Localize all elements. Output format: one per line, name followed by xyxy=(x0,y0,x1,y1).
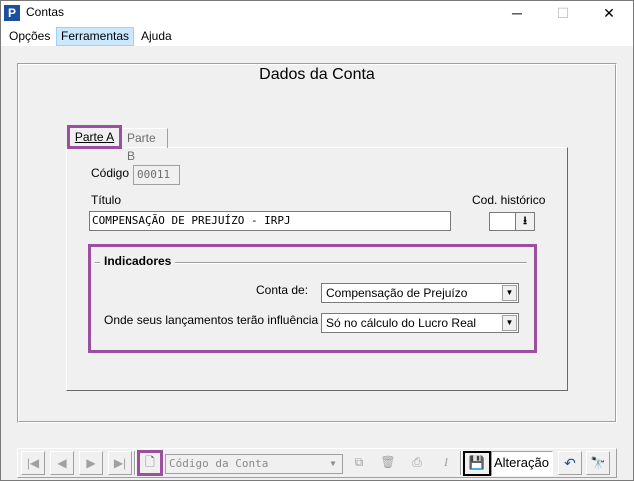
delete-icon[interactable]: 🗑 xyxy=(376,451,400,475)
lookup-arrow-icon[interactable]: ⭳ xyxy=(515,212,535,231)
toolbar-separator xyxy=(460,451,462,475)
search-placeholder: Código da Conta xyxy=(169,457,269,470)
app-logo-icon: P xyxy=(4,5,20,21)
undo-icon[interactable]: ↶ xyxy=(558,451,582,475)
codigo-label: Código xyxy=(91,166,130,180)
conta-de-value: Compensação de Prejuízo xyxy=(326,286,468,300)
tab-parte-a[interactable]: Parte A xyxy=(67,125,122,149)
new-record-icon[interactable]: 🗋 xyxy=(137,450,163,476)
influencia-label: Onde seus lançamentos terão influência ? xyxy=(104,313,329,327)
maximize-button[interactable]: ☐ xyxy=(540,1,586,25)
window-title: Contas xyxy=(26,5,65,19)
save-icon[interactable]: 💾 xyxy=(463,451,491,476)
chevron-down-icon[interactable]: ▼ xyxy=(326,456,340,472)
menu-ajuda[interactable]: Ajuda xyxy=(137,27,176,46)
next-record-icon[interactable]: ▶ xyxy=(79,451,103,475)
copy-icon[interactable]: ⧉ xyxy=(347,451,371,475)
italic-icon[interactable]: I xyxy=(434,451,458,475)
conta-de-label: Conta de: xyxy=(256,283,309,297)
minimize-button[interactable]: ─ xyxy=(494,1,540,25)
cod-historico-field[interactable] xyxy=(489,212,516,231)
tab-parte-a-label: Parte A xyxy=(74,130,115,144)
titulo-field[interactable]: COMPENSAÇÃO DE PREJUÍZO - IRPJ xyxy=(89,211,451,231)
search-combo[interactable]: Código da Conta ▼ xyxy=(165,454,343,474)
print-icon[interactable]: ⎙ xyxy=(405,451,429,475)
chevron-down-icon[interactable]: ▼ xyxy=(502,315,517,331)
previous-record-icon[interactable]: ◀ xyxy=(50,451,74,475)
menu-opcoes[interactable]: Opções xyxy=(5,27,54,46)
conta-de-select[interactable]: Compensação de Prejuízo ▼ xyxy=(321,283,519,303)
close-button[interactable]: ✕ xyxy=(586,1,632,25)
menu-ferramentas[interactable]: Ferramentas xyxy=(56,27,135,46)
toolbar-separator xyxy=(134,451,136,475)
tab-parte-b[interactable]: Parte B xyxy=(121,128,168,163)
page-title: Dados da Conta xyxy=(259,66,375,83)
cod-historico-label: Cod. histórico xyxy=(472,193,546,207)
indicadores-title: Indicadores xyxy=(100,254,176,268)
status-text: Alteração xyxy=(491,451,553,476)
influencia-value: Só no cálculo do Lucro Real xyxy=(326,316,477,330)
chevron-down-icon[interactable]: ▼ xyxy=(502,285,517,301)
binoculars-icon[interactable]: 🔭 xyxy=(586,451,610,475)
codigo-field[interactable]: 00011 xyxy=(133,165,180,185)
first-record-icon[interactable]: |◀ xyxy=(21,451,45,475)
titulo-label: Título xyxy=(91,193,122,207)
influencia-select[interactable]: Só no cálculo do Lucro Real ▼ xyxy=(321,313,519,333)
last-record-icon[interactable]: ▶| xyxy=(108,451,132,475)
